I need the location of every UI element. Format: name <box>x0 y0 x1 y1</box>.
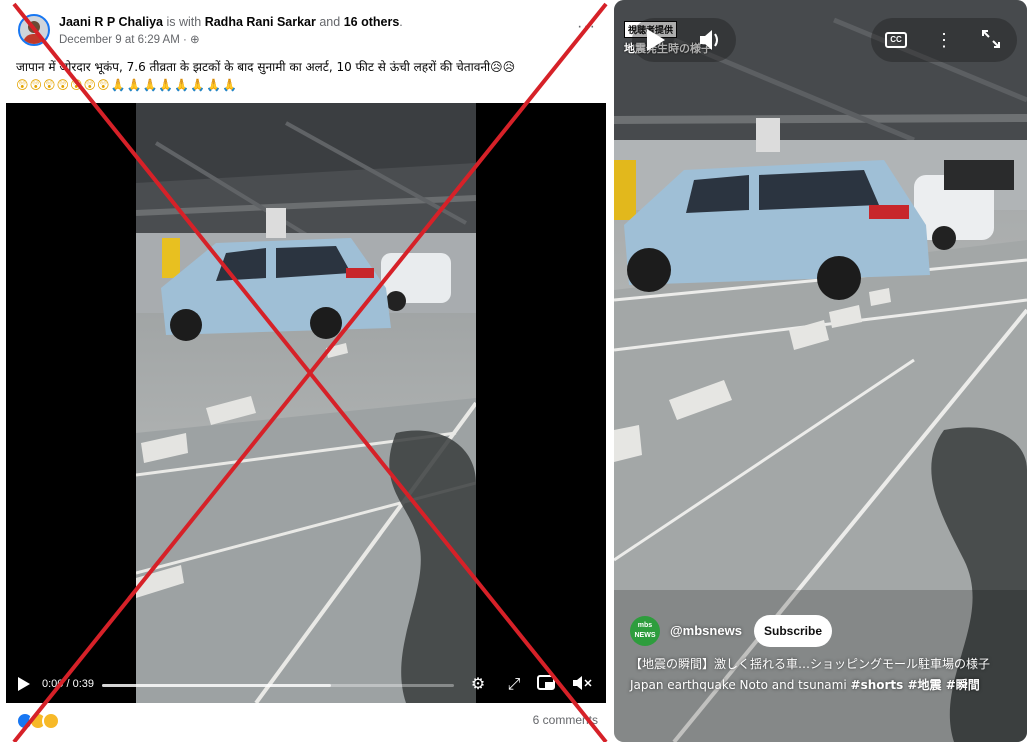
playback-controls <box>632 18 736 62</box>
play-icon <box>647 29 665 51</box>
more-options-icon[interactable]: ··· <box>577 18 596 36</box>
play-icon[interactable] <box>18 677 30 691</box>
video-time: 0:00 / 0:39 <box>42 678 94 690</box>
comments-count[interactable]: 6 comments <box>533 713 598 727</box>
channel-avatar[interactable]: mbs NEWS <box>630 616 660 646</box>
video-title[interactable]: 【地震の瞬間】激しく揺れる車…ショッピングモール駐車場の様子 Japan ear… <box>630 654 1016 696</box>
more-vertical-icon[interactable]: ⋮ <box>932 28 956 52</box>
sad-reaction-icon <box>42 712 60 730</box>
with-text: is with <box>166 15 202 29</box>
and-text: and <box>319 15 341 29</box>
tagged-person[interactable]: Radha Rani Sarkar <box>205 15 316 29</box>
play-button[interactable] <box>632 18 676 62</box>
post-caption: जापान में जोरदार भूकंप, 7.6 तीव्रता के झ… <box>16 60 516 74</box>
author-line: Jaani R P Chaliya is with Radha Rani Sar… <box>59 15 403 29</box>
settings-icon[interactable]: ⚙ <box>468 675 488 695</box>
video-buffer-fill <box>102 684 331 687</box>
expand-icon[interactable]: ⤢ <box>504 675 524 695</box>
fullscreen-icon[interactable] <box>979 28 1003 52</box>
facebook-post: Jaani R P Chaliya is with Radha Rani Sar… <box>0 0 612 742</box>
post-timestamp[interactable]: December 9 at 6:29 AM <box>59 34 180 46</box>
youtube-short-player[interactable]: 視聴者提供 地震発生時の様子 CC ⋮ mbs NEWS @mbsnews Su… <box>614 0 1027 742</box>
author-name[interactable]: Jaani R P Chaliya <box>59 15 163 29</box>
video-frame <box>136 103 476 703</box>
caption-emojis: 😲😲😲😲😲😲😲🙏🙏🙏🙏🙏🙏🙏🙏 <box>16 78 239 92</box>
volume-icon <box>700 30 718 50</box>
volume-button[interactable] <box>688 18 732 62</box>
video-controls: 0:00 / 0:39 ⚙ ⤢ <box>6 667 606 703</box>
picture-in-picture-icon[interactable] <box>536 675 556 695</box>
others-link[interactable]: 16 others <box>344 15 400 29</box>
screenshot-root: Jaani R P Chaliya is with Radha Rani Sar… <box>0 0 1027 742</box>
post-footer: 6 comments <box>0 705 612 742</box>
video-player[interactable]: 0:00 / 0:39 ⚙ ⤢ <box>6 103 606 703</box>
video-progress-bar[interactable] <box>102 684 454 687</box>
subscribe-button[interactable]: Subscribe <box>754 615 832 647</box>
muted-volume-icon[interactable] <box>572 675 592 695</box>
globe-icon: ⊕ <box>190 34 200 46</box>
parking-garage-scene <box>136 103 476 703</box>
player-options: CC ⋮ <box>871 18 1017 62</box>
post-meta: December 9 at 6:29 AM · ⊕ <box>59 34 200 46</box>
channel-name[interactable]: @mbsnews <box>670 623 742 638</box>
author-avatar[interactable] <box>18 14 50 46</box>
closed-captions-icon[interactable]: CC <box>885 32 907 48</box>
video-hashtags[interactable]: #shorts #地震 #瞬間 <box>851 678 980 692</box>
post-header: Jaani R P Chaliya is with Radha Rani Sar… <box>18 14 598 50</box>
